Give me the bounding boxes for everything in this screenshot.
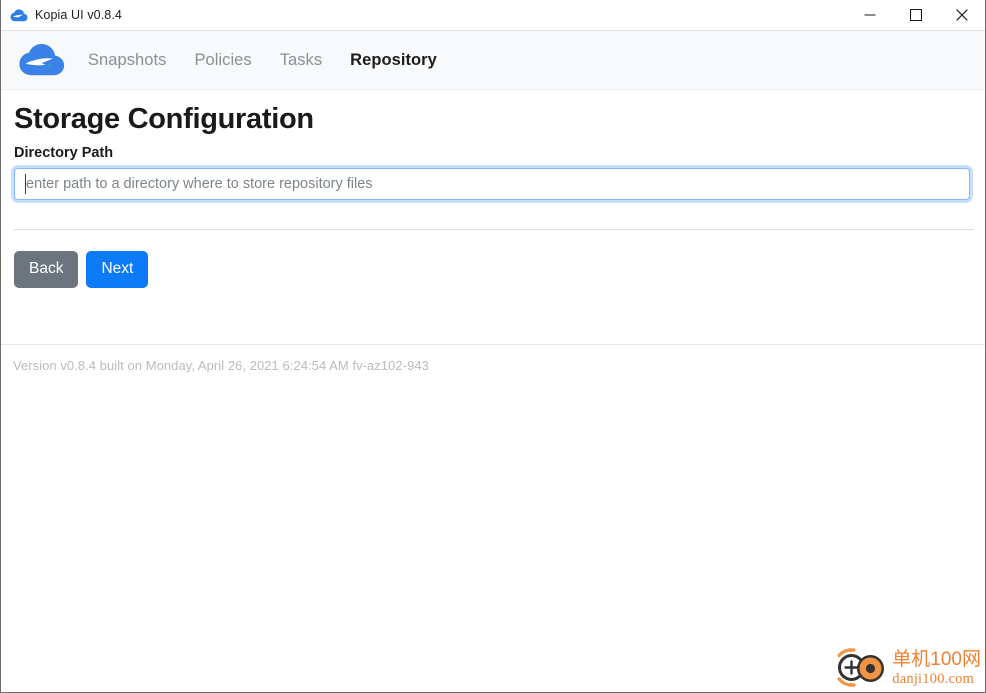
page-title: Storage Configuration	[14, 103, 314, 135]
watermark: 单机100网 danji100.com	[832, 646, 981, 690]
danji100-logo-icon	[832, 646, 888, 690]
form-divider	[14, 229, 974, 231]
footer-divider	[1, 344, 985, 345]
window-controls	[847, 0, 985, 30]
nav-links: Snapshots Policies Tasks Repository	[88, 51, 451, 70]
nav-item-repository[interactable]: Repository	[336, 51, 451, 70]
kopia-cloud-logo-icon[interactable]	[18, 43, 66, 77]
wizard-button-row: Back Next	[14, 251, 972, 288]
version-info: Version v0.8.4 built on Monday, April 26…	[13, 358, 429, 373]
watermark-url-text: danji100.com	[892, 670, 975, 687]
cloud-icon	[10, 8, 28, 22]
app-window: Kopia UI v0.8.4 Snapshots Policies Tasks…	[0, 0, 986, 693]
close-button[interactable]	[939, 0, 985, 30]
maximize-button[interactable]	[893, 0, 939, 30]
directory-path-input[interactable]	[14, 168, 970, 201]
nav-item-tasks[interactable]: Tasks	[266, 51, 336, 70]
title-bar-left: Kopia UI v0.8.4	[1, 9, 122, 22]
main-navigation-bar: Snapshots Policies Tasks Repository	[1, 31, 985, 90]
watermark-cn-text: 单机100网	[892, 648, 981, 670]
directory-path-label: Directory Path	[14, 145, 114, 162]
directory-path-input-wrapper	[14, 168, 970, 201]
window-title: Kopia UI v0.8.4	[35, 7, 122, 22]
minimize-button[interactable]	[847, 0, 893, 30]
nav-item-snapshots[interactable]: Snapshots	[88, 51, 180, 70]
next-button[interactable]: Next	[86, 251, 149, 288]
main-content: Storage Configuration Directory Path Bac…	[1, 90, 985, 692]
nav-item-policies[interactable]: Policies	[180, 51, 265, 70]
title-bar[interactable]: Kopia UI v0.8.4	[1, 0, 985, 31]
watermark-text: 单机100网 danji100.com	[892, 648, 981, 687]
back-button[interactable]: Back	[14, 251, 79, 288]
